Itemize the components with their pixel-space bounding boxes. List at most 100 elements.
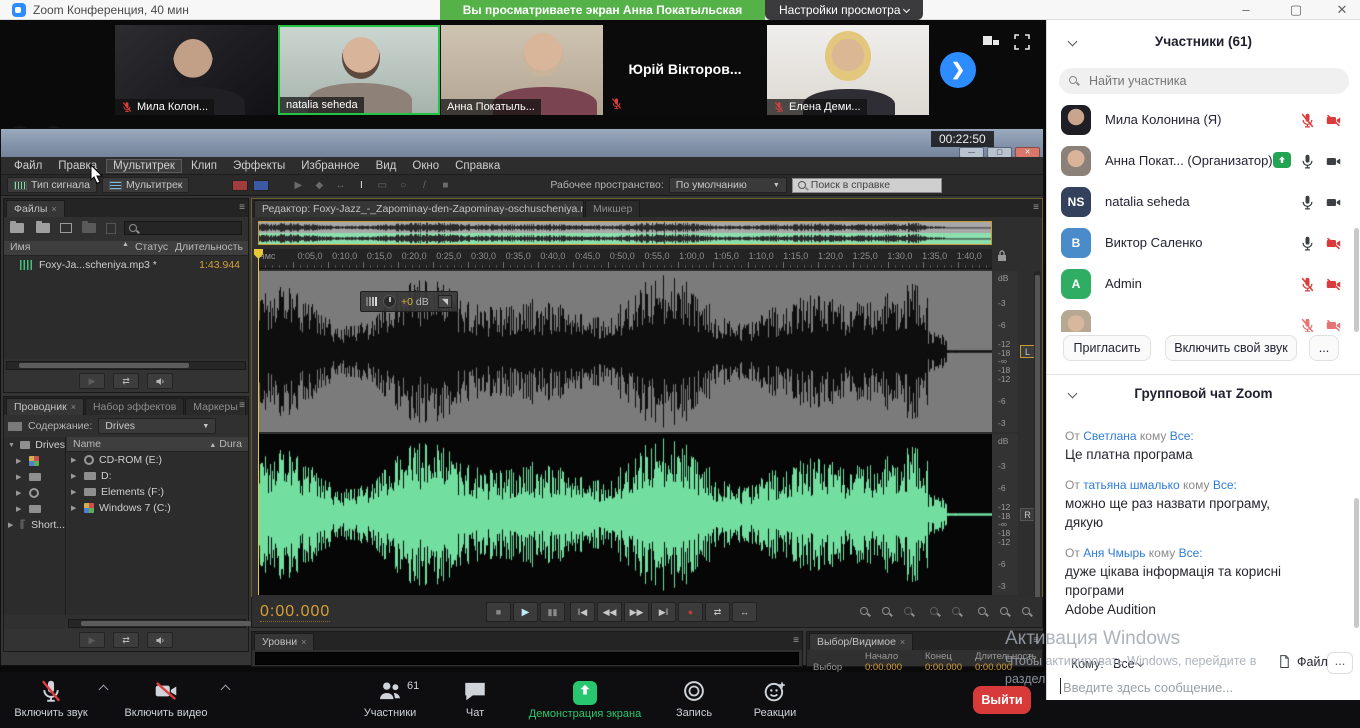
files-column-headers[interactable]: Имя ▲ Статус Длительность	[4, 241, 248, 256]
zoom-out-button[interactable]	[882, 607, 890, 615]
view-settings-button[interactable]: Настройки просмотра	[765, 0, 923, 20]
panel-menu-icon[interactable]: ≡	[239, 202, 245, 213]
insert-into-multitrack-icon[interactable]	[82, 223, 96, 233]
video-tile-natalia-active-speaker[interactable]: natalia seheda	[278, 25, 440, 115]
menu-view[interactable]: Вид	[369, 159, 404, 173]
tree-item[interactable]: ▶	[4, 501, 65, 517]
expand-icon[interactable]: ▶	[16, 473, 24, 481]
slip-tool-icon[interactable]: ↔	[332, 180, 348, 191]
chat-scrollbar[interactable]	[1354, 498, 1359, 628]
panel-menu-icon[interactable]: ≡	[793, 635, 799, 646]
open-file-icon[interactable]	[10, 223, 24, 233]
panel-menu-icon[interactable]: ≡	[1033, 635, 1039, 646]
timeline-ruler[interactable]: чмс 0:05,00:10,00:15,00:20,00:25,00:30,0…	[258, 249, 992, 269]
minimize-button[interactable]: –	[1237, 2, 1255, 17]
drive-row[interactable]: ▶Windows 7 (C:)	[67, 500, 248, 516]
menu-clip[interactable]: Клип	[184, 159, 224, 173]
trash-icon[interactable]	[106, 223, 116, 234]
close-icon[interactable]: ×	[71, 402, 76, 412]
recipient-name[interactable]: Все:	[1179, 546, 1203, 560]
drive-row[interactable]: ▶CD-ROM (E:)	[67, 452, 248, 468]
maximize-button[interactable]: ▢	[1287, 2, 1305, 18]
audition-title-bar[interactable]: 00:22:50 — ▢ ✕	[1, 129, 1043, 157]
more-button[interactable]: ...	[1309, 335, 1339, 361]
zoom-in-button[interactable]	[860, 607, 868, 615]
participant-row-partial[interactable]	[1047, 305, 1360, 332]
autoplay-button[interactable]: ⇄	[113, 373, 139, 389]
participants-button[interactable]: 61 Участники	[345, 678, 435, 719]
expand-icon[interactable]: ▶	[71, 488, 79, 496]
close-icon[interactable]: ×	[301, 637, 306, 647]
video-tile-anna[interactable]: Анна Покатыль...	[441, 25, 603, 115]
right-channel-waveform[interactable]	[258, 434, 992, 595]
expand-icon[interactable]: ▶	[71, 504, 79, 512]
video-tile-yuriy-no-video[interactable]: Юрій Вікторов...	[604, 25, 766, 115]
gallery-view-icon[interactable]	[982, 34, 1000, 50]
tab-editor[interactable]: Редактор: Foxy-Jazz_-_Zapominay-den-Zapo…	[254, 200, 584, 217]
drive-row[interactable]: ▶D:	[67, 468, 248, 484]
zoom-selection-left-button[interactable]	[1000, 607, 1008, 615]
next-page-button[interactable]: ❯	[940, 52, 976, 88]
horizontal-scrollbar[interactable]	[6, 361, 246, 370]
loop-playback-button[interactable]	[147, 373, 173, 389]
right-channel-button[interactable]: R	[1020, 508, 1035, 521]
chat-message-input[interactable]: Введите здесь сообщение...	[1063, 680, 1233, 695]
razor-tool-icon[interactable]: ◆	[311, 180, 327, 191]
rewind-button[interactable]: ◀◀	[597, 602, 622, 622]
audio-options-chevron[interactable]	[99, 685, 109, 695]
fullscreen-icon[interactable]	[1014, 34, 1030, 50]
tab-mixer[interactable]: Микшер	[585, 200, 640, 217]
leave-meeting-button[interactable]: Выйти	[973, 686, 1031, 714]
pause-button[interactable]: ▮▮	[540, 602, 565, 622]
import-file-icon[interactable]	[36, 223, 50, 233]
start-video-button[interactable]: Включить видео	[118, 678, 214, 719]
loop-playback-button[interactable]	[147, 632, 173, 648]
participant-row[interactable]: A Admin	[1047, 264, 1360, 305]
play-button[interactable]: ▶	[513, 602, 538, 622]
tab-selection-view[interactable]: Выбор/Видимое×	[809, 633, 913, 650]
left-channel-button[interactable]: L	[1020, 345, 1035, 358]
tab-markers[interactable]: Маркеры	[185, 398, 245, 415]
send-to-select[interactable]: Все	[1113, 657, 1143, 671]
new-file-icon[interactable]	[60, 223, 72, 233]
reactions-button[interactable]: Реакции	[740, 678, 810, 719]
menu-window[interactable]: Окно	[405, 159, 446, 173]
gain-value[interactable]: +0	[401, 296, 413, 308]
files-search-input[interactable]	[124, 221, 242, 235]
autoplay-button[interactable]: ⇄	[113, 632, 139, 648]
zoom-full-button[interactable]	[904, 607, 912, 615]
expand-icon[interactable]: ▶	[16, 489, 24, 497]
multitrack-button[interactable]: Мультитрек	[102, 177, 189, 193]
expand-icon[interactable]: ▶	[8, 521, 13, 529]
stop-button[interactable]: ■	[486, 602, 511, 622]
menu-effects[interactable]: Эффекты	[226, 159, 292, 173]
eraser-tool-icon[interactable]: ■	[437, 180, 453, 191]
zoom-selection-right-button[interactable]	[1022, 607, 1030, 615]
column-name[interactable]: Имя	[4, 241, 122, 255]
drive-list-headers[interactable]: Name ▲ Dura	[67, 437, 248, 452]
collapse-icon[interactable]	[1068, 389, 1078, 399]
invite-button[interactable]: Пригласить	[1063, 335, 1151, 361]
spectral-display-icon[interactable]	[253, 180, 269, 191]
skip-selection-button[interactable]: ↔	[732, 602, 757, 622]
expand-icon[interactable]: ▼	[8, 442, 15, 449]
close-icon[interactable]: ×	[51, 204, 56, 214]
participant-row[interactable]: В Виктор Саленко	[1047, 223, 1360, 264]
file-row[interactable]: Foxy-Ja...scheniya.mp3 * 1:43.944	[4, 256, 248, 273]
record-button[interactable]: ●	[678, 602, 703, 622]
computer-icon[interactable]	[8, 422, 22, 431]
column-duration[interactable]: Длительность	[175, 241, 243, 255]
zoom-selection-button[interactable]	[978, 607, 986, 615]
record-button[interactable]: Запись	[660, 678, 728, 719]
participants-scrollbar[interactable]	[1354, 228, 1359, 332]
participant-row[interactable]: NS natalia seheda	[1047, 182, 1360, 223]
send-file-button[interactable]: Файл	[1277, 654, 1328, 669]
workspace-select[interactable]: По умолчанию▼	[669, 177, 787, 193]
video-tile-elena[interactable]: Елена Деми...	[767, 25, 929, 115]
sender-name[interactable]: татьяна шмалько	[1083, 478, 1180, 492]
unmute-my-audio-button[interactable]: Включить свой звук	[1165, 335, 1297, 361]
chat-button[interactable]: Чат	[448, 678, 502, 719]
drive-row[interactable]: ▶Elements (F:)	[67, 484, 248, 500]
lasso-tool-icon[interactable]: ○	[395, 180, 411, 191]
tab-levels[interactable]: Уровни×	[254, 633, 314, 650]
